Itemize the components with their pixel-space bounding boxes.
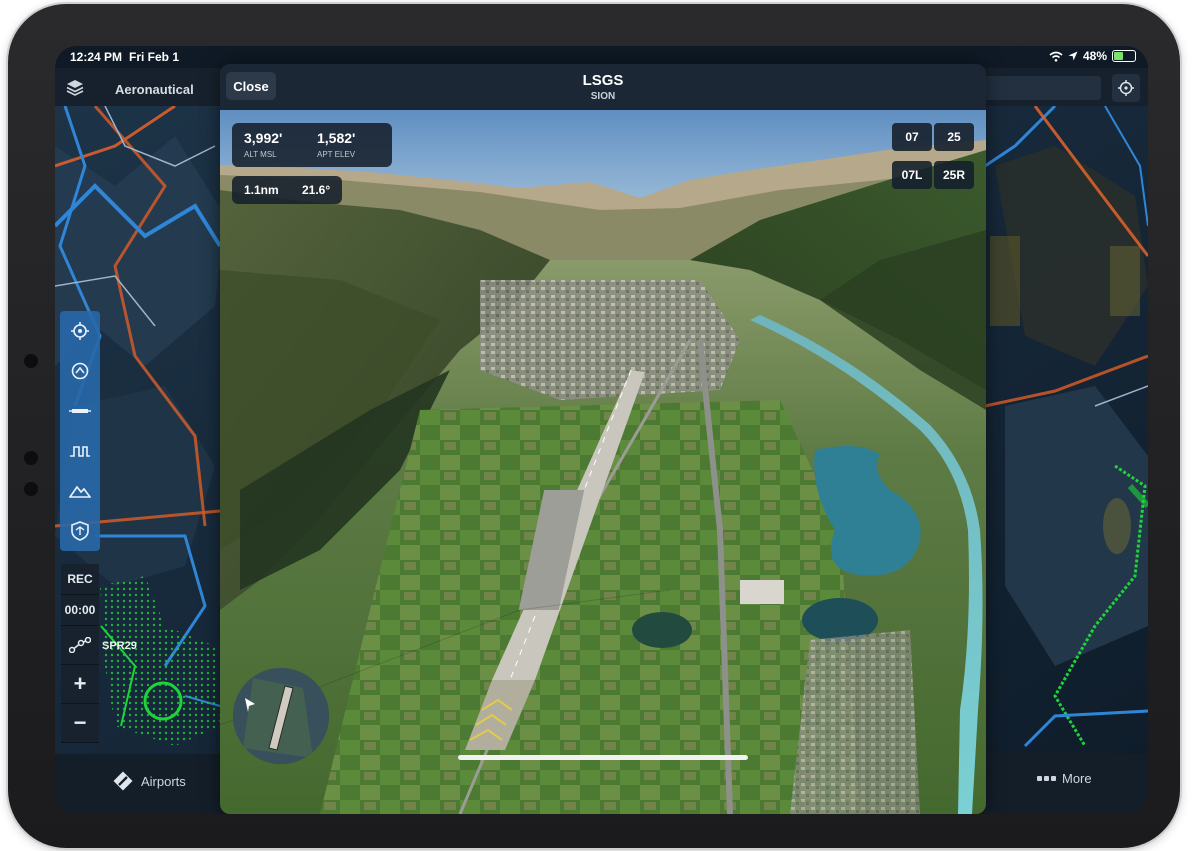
altitude-info-box: 3,992' ALT MSL 1,582' APT ELEV [232,123,392,167]
airport-name: SION [590,91,616,102]
camera-dot [24,354,38,368]
mini-map-compass[interactable] [233,668,329,764]
zoom-out-button[interactable]: − [61,704,99,743]
track-log-controls: REC 00:00 + − [61,564,99,743]
wifi-icon [1049,51,1063,62]
crosshair-icon [1118,80,1134,96]
tab-airports[interactable]: Airports [113,771,186,791]
runway-25-button[interactable]: 25 [934,123,974,151]
distance-angle-box: 1.1nm 21.6° [232,176,342,204]
compass-icon [233,668,329,764]
runway-icon [69,409,91,413]
tablet-frame: Aeronautical 12:24 PM Fri Feb 1 48% REC … [8,4,1180,848]
terrain-tool-button[interactable] [60,471,100,511]
glide-angle-value: 21.6° [302,183,331,197]
airport-icon [113,771,133,791]
terrain-icon [69,485,91,498]
airport-identifier: LSGS [582,72,624,89]
layers-icon[interactable] [65,78,85,98]
tab-more[interactable]: More [1037,771,1092,786]
route-button[interactable] [61,626,99,665]
alt-msl-value: 3,992' [244,130,283,146]
3d-terrain-view[interactable] [220,110,986,814]
shield-tool-button[interactable] [60,511,100,551]
clock-date: Fri Feb 1 [129,50,180,64]
runway-07-button[interactable]: 07 [892,123,932,151]
runway-tool-button[interactable] [60,391,100,431]
layer-selector[interactable]: Aeronautical [115,82,194,97]
battery-icon [1112,50,1136,62]
location-arrow-icon [1068,51,1078,61]
runway-07l-button[interactable]: 07L [892,161,932,189]
battery-percent: 48% [1082,49,1107,63]
profile-icon [70,446,90,457]
right-toolbar-field[interactable] [985,76,1101,100]
screen: Aeronautical 12:24 PM Fri Feb 1 48% REC … [55,46,1148,814]
alt-msl-label: ALT MSL [244,150,277,159]
distance-value: 1.1nm [244,183,279,197]
runway-selector: 07 25 07L 25R [892,123,974,189]
sensor-dot [24,451,38,465]
home-indicator[interactable] [458,755,748,760]
map-tools-panel [60,311,100,551]
shield-icon [71,521,89,541]
modal-header: Close LSGS SION [220,64,986,110]
clock-time: 12:24 PM [70,50,123,64]
profile-tool-button[interactable] [60,431,100,471]
route-icon [71,362,89,380]
more-icon [1037,776,1056,781]
tab-airports-label: Airports [141,773,186,789]
runway-25r-button[interactable]: 25R [934,161,974,189]
apt-elev-value: 1,582' [317,130,356,146]
airport-3d-view-modal: Close LSGS SION 3,992' ALT MSL 1,582' AP… [220,64,986,814]
tab-more-label: More [1062,771,1092,786]
rec-timer: 00:00 [61,595,99,626]
zoom-in-button[interactable]: + [61,665,99,704]
crosshair-icon [71,322,89,340]
sensor-dot [24,482,38,496]
rec-button[interactable]: REC [61,564,99,595]
apt-elev-label: APT ELEV [317,150,356,159]
waypoint-route-icon [69,637,91,653]
waypoint-label: SPR29 [102,640,137,652]
crosshair-tool-button[interactable] [60,311,100,351]
route-tool-button[interactable] [60,351,100,391]
locate-button[interactable] [1112,74,1140,102]
